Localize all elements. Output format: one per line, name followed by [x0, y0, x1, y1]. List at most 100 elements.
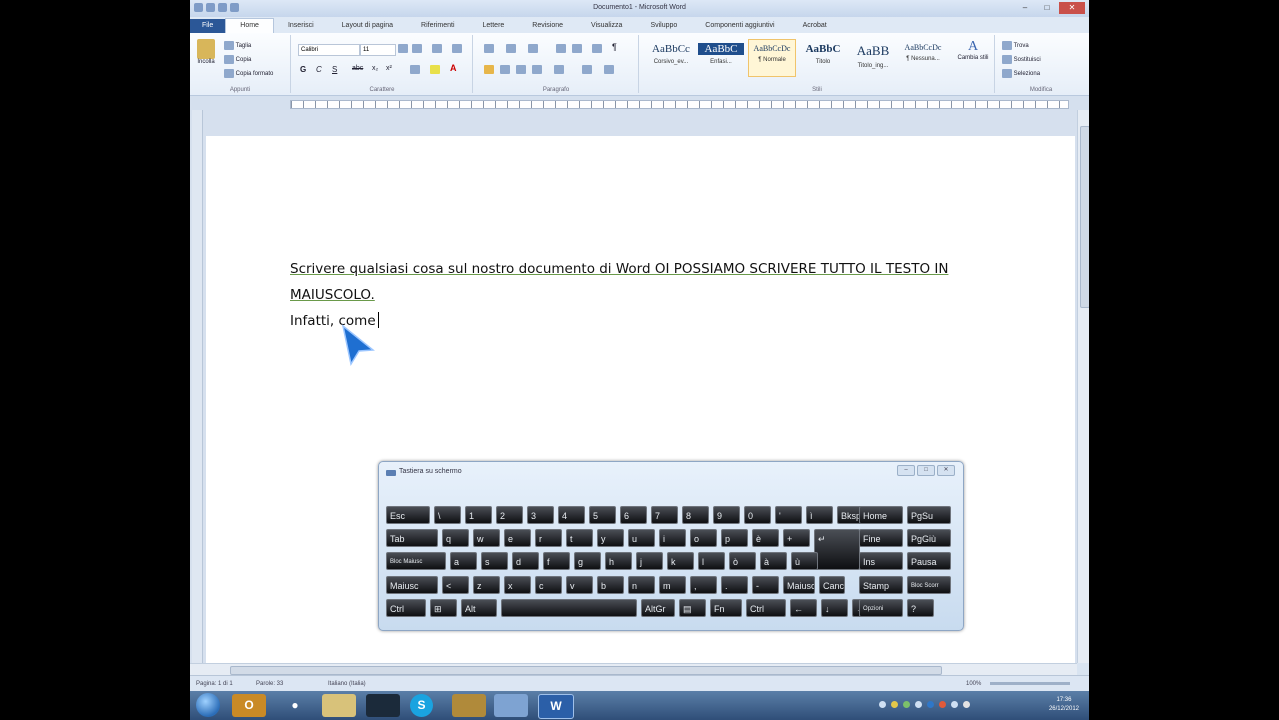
osk-key[interactable]: ,: [690, 576, 717, 594]
osk-key[interactable]: [501, 599, 637, 617]
osk-key[interactable]: m: [659, 576, 686, 594]
osk-key[interactable]: l: [698, 552, 725, 570]
tab-home[interactable]: Home: [225, 18, 274, 33]
page-count[interactable]: Pagina: 1 di 1: [196, 681, 233, 687]
copy-button[interactable]: Copia: [224, 55, 251, 64]
osk-key[interactable]: u: [628, 529, 655, 547]
osk-key[interactable]: p: [721, 529, 748, 547]
osk-key[interactable]: i: [659, 529, 686, 547]
shrink-font-button[interactable]: [412, 44, 422, 53]
tab-mailings[interactable]: Lettere: [469, 19, 519, 33]
osk-key[interactable]: y: [597, 529, 624, 547]
style-nessuna[interactable]: AaBbCcDc ¶ Nessuna...: [900, 39, 946, 75]
osk-key[interactable]: 1: [465, 506, 492, 524]
start-button[interactable]: [196, 693, 220, 717]
osk-key[interactable]: 8: [682, 506, 709, 524]
style-normale[interactable]: AaBbCcDc ¶ Normale: [748, 39, 796, 77]
osk-key[interactable]: 3: [527, 506, 554, 524]
format-painter-button[interactable]: Copia formato: [224, 69, 273, 78]
app2-taskbar-icon[interactable]: [452, 694, 486, 717]
osk-key[interactable]: Ins: [859, 552, 903, 570]
tab-page-layout[interactable]: Layout di pagina: [328, 19, 407, 33]
select-button[interactable]: Seleziona: [1002, 69, 1040, 78]
strikethrough-button[interactable]: abc: [352, 65, 363, 72]
italic-button[interactable]: C: [316, 65, 322, 74]
font-name-select[interactable]: Calibri: [298, 44, 360, 56]
language-indicator[interactable]: Italiano (Italia): [328, 681, 366, 687]
osk-key[interactable]: x: [504, 576, 531, 594]
osk-key[interactable]: a: [450, 552, 477, 570]
paste-button[interactable]: Incolla: [194, 39, 218, 65]
osk-key[interactable]: Fn: [710, 599, 742, 617]
osk-key[interactable]: ↓: [821, 599, 848, 617]
osk-key[interactable]: Stamp: [859, 576, 903, 594]
ruler-scale[interactable]: [290, 100, 1069, 109]
osk-key[interactable]: 0: [744, 506, 771, 524]
osk-key[interactable]: r: [535, 529, 562, 547]
osk-key[interactable]: ▤: [679, 599, 706, 617]
osk-close-button[interactable]: ✕: [937, 465, 955, 476]
osk-key[interactable]: Home: [859, 506, 903, 524]
osk-key[interactable]: 4: [558, 506, 585, 524]
osk-key[interactable]: h: [605, 552, 632, 570]
align-center-button[interactable]: [500, 65, 510, 74]
decrease-indent-button[interactable]: [556, 44, 566, 53]
tab-acrobat[interactable]: Acrobat: [789, 19, 841, 33]
sort-button[interactable]: [592, 44, 602, 53]
osk-key[interactable]: 5: [589, 506, 616, 524]
replace-button[interactable]: Sostituisci: [1002, 55, 1041, 64]
style-corsivo[interactable]: AaBbCc Corsivo_ev...: [648, 39, 694, 75]
osk-key[interactable]: 6: [620, 506, 647, 524]
osk-key[interactable]: ù: [791, 552, 818, 570]
osk-key[interactable]: s: [481, 552, 508, 570]
maximize-button[interactable]: □: [1037, 2, 1057, 14]
osk-key[interactable]: g: [574, 552, 601, 570]
app-taskbar-icon[interactable]: [366, 694, 400, 717]
osk-key[interactable]: 9: [713, 506, 740, 524]
tab-references[interactable]: Riferimenti: [407, 19, 468, 33]
bullets-button[interactable]: [484, 44, 494, 53]
align-right-button[interactable]: [516, 65, 526, 74]
osk-key[interactable]: Alt: [461, 599, 497, 617]
style-titolo[interactable]: AaBbC Titolo: [800, 39, 846, 75]
scrollbar-thumb[interactable]: [1080, 126, 1089, 308]
osk-key[interactable]: Esc: [386, 506, 430, 524]
grow-font-button[interactable]: [398, 44, 408, 53]
osk-key[interactable]: j: [636, 552, 663, 570]
osk-key[interactable]: PgSu: [907, 506, 951, 524]
explorer-taskbar-icon[interactable]: [322, 694, 356, 717]
scrollbar-thumb[interactable]: [230, 666, 942, 675]
change-case-button[interactable]: [432, 44, 442, 53]
clear-format-button[interactable]: [452, 44, 462, 53]
osk-key[interactable]: ì: [806, 506, 833, 524]
osk-key[interactable]: Ctrl: [386, 599, 426, 617]
osk-key[interactable]: w: [473, 529, 500, 547]
osk-key[interactable]: AltGr: [641, 599, 675, 617]
osk-key[interactable]: d: [512, 552, 539, 570]
word-count[interactable]: Parole: 33: [256, 681, 283, 687]
superscript-button[interactable]: x²: [386, 65, 392, 72]
close-button[interactable]: ✕: [1059, 2, 1085, 14]
osk-key[interactable]: ↵: [814, 529, 860, 570]
osk-key[interactable]: Bloc Maiusc: [386, 552, 446, 570]
style-titolo-ing[interactable]: AaBB Titolo_ing...: [850, 39, 896, 75]
tab-review[interactable]: Revisione: [518, 19, 577, 33]
tray-icons[interactable]: [879, 701, 970, 708]
zoom-slider[interactable]: [990, 682, 1070, 685]
borders-button[interactable]: [604, 65, 614, 74]
font-size-select[interactable]: 11: [360, 44, 396, 56]
font-color-button[interactable]: A: [450, 63, 457, 73]
tab-insert[interactable]: Inserisci: [274, 19, 328, 33]
osk-key[interactable]: +: [783, 529, 810, 547]
subscript-button[interactable]: x₂: [372, 65, 378, 72]
osk-key[interactable]: f: [543, 552, 570, 570]
tab-addins[interactable]: Componenti aggiuntivi: [691, 19, 788, 33]
zoom-level[interactable]: 100%: [966, 681, 981, 687]
osk-key[interactable]: .: [721, 576, 748, 594]
tab-developer[interactable]: Sviluppo: [636, 19, 691, 33]
clock[interactable]: 17:36 26/12/2012: [1049, 696, 1079, 714]
osk-key[interactable]: Maiusc: [386, 576, 438, 594]
osk-key[interactable]: Ctrl: [746, 599, 786, 617]
text-effects-button[interactable]: [410, 65, 420, 74]
vertical-scrollbar[interactable]: [1077, 110, 1089, 663]
